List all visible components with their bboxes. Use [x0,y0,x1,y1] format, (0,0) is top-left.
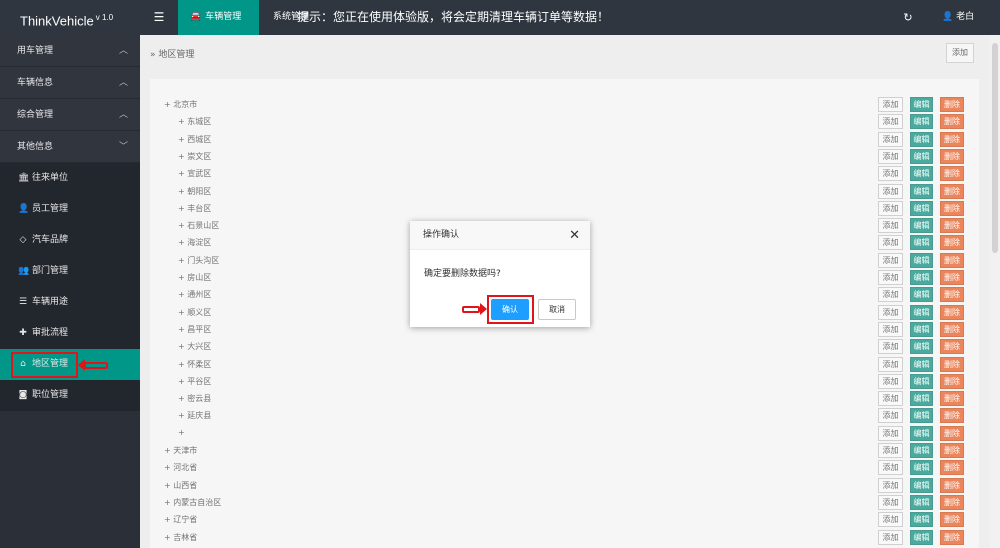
sidebar-item-departments[interactable]: 👥 部门管理 [0,256,140,287]
dialog-header: 操作确认 ✕ [410,221,590,250]
sidebar-item-partners[interactable]: 🏛 往来单位 [0,163,140,194]
sidebar: 用车管理 ︿ 车辆信息 ︿ 综合管理 ︿ 其他信息 ﹀ 🏛 往来单位 👤 员工管理 ◇ 汽车品… [0,35,140,548]
sidebar-item-employees[interactable]: 👤 员工管理 [0,194,140,225]
top-bar: ThinkVehicle v 1.0 ☰ 🚘 车辆管理 系统管理 提示：您正在使用体… [0,0,1000,35]
hamburger-icon[interactable]: ☰ [140,0,178,35]
sidebar-item-label: 员工管理 [32,204,69,214]
confirm-button[interactable]: 确认 [491,299,529,320]
sidebar-group-label: 其他信息 [17,142,54,152]
camera-icon: ◙ [18,390,28,400]
sidebar-group-general[interactable]: 综合管理 ︿ [0,99,140,131]
chevron-down-icon: ﹀ [118,142,128,152]
highlight-box [11,352,78,378]
close-icon[interactable]: ✕ [569,221,580,250]
dialog-title: 操作确认 [423,230,460,240]
sidebar-group-label: 车辆信息 [17,78,54,88]
refresh-icon[interactable]: ↻ [900,0,916,35]
notice-banner: 提示：您正在使用体验版，将会定期清理车辆订单等数据！ [297,10,610,24]
sidebar-item-label: 部门管理 [32,266,69,276]
users-icon: 👥 [18,266,30,276]
chevron-up-icon: ︿ [118,46,128,56]
highlight-arrow-icon [78,359,108,371]
sidebar-group-label: 综合管理 [17,110,54,120]
sidebar-item-positions[interactable]: ◙ 职位管理 [0,380,140,411]
user-name: 老白 [956,12,975,22]
sidebar-group-other[interactable]: 其他信息 ﹀ [0,131,140,163]
list-icon: ☰ [18,297,28,307]
car-icon: 🚘 [190,12,202,22]
sidebar-group-vehicle-info[interactable]: 车辆信息 ︿ [0,67,140,99]
app-title: ThinkVehicle [20,13,94,29]
app-version: v 1.0 [95,13,114,22]
sidebar-item-label: 往来单位 [32,173,69,183]
cancel-button[interactable]: 取消 [538,299,576,320]
sidebar-item-car-brands[interactable]: ◇ 汽车品牌 [0,225,140,256]
sidebar-item-label: 车辆用途 [32,297,69,307]
bank-icon: 🏛 [18,173,30,183]
tab-vehicle-management[interactable]: 🚘 车辆管理 [178,0,259,35]
sidebar-group-label: 用车管理 [17,46,54,56]
chevron-up-icon: ︿ [118,78,128,88]
user-icon: 👤 [942,12,954,22]
highlight-arrow-icon [462,303,487,315]
app-logo[interactable]: ThinkVehicle v 1.0 [0,0,140,35]
sidebar-group-vehicle-use[interactable]: 用车管理 ︿ [0,35,140,67]
sidebar-item-label: 汽车品牌 [32,235,69,245]
dialog-message: 确定要删除数据吗? [424,269,501,279]
diamond-icon: ◇ [19,235,27,245]
user-menu[interactable]: 👤 老白 [942,0,974,35]
sidebar-item-label: 审批流程 [32,328,69,338]
sidebar-item-approval-flow[interactable]: ✚ 审批流程 [0,318,140,349]
sidebar-item-vehicle-usage[interactable]: ☰ 车辆用途 [0,287,140,318]
chevron-up-icon: ︿ [118,110,128,120]
user-icon: 👤 [18,204,30,214]
tab-label: 车辆管理 [205,12,242,22]
sidebar-item-regions[interactable]: ⌂ 地区管理 [0,349,140,380]
puzzle-icon: ✚ [19,328,27,338]
sidebar-item-label: 职位管理 [32,390,69,400]
